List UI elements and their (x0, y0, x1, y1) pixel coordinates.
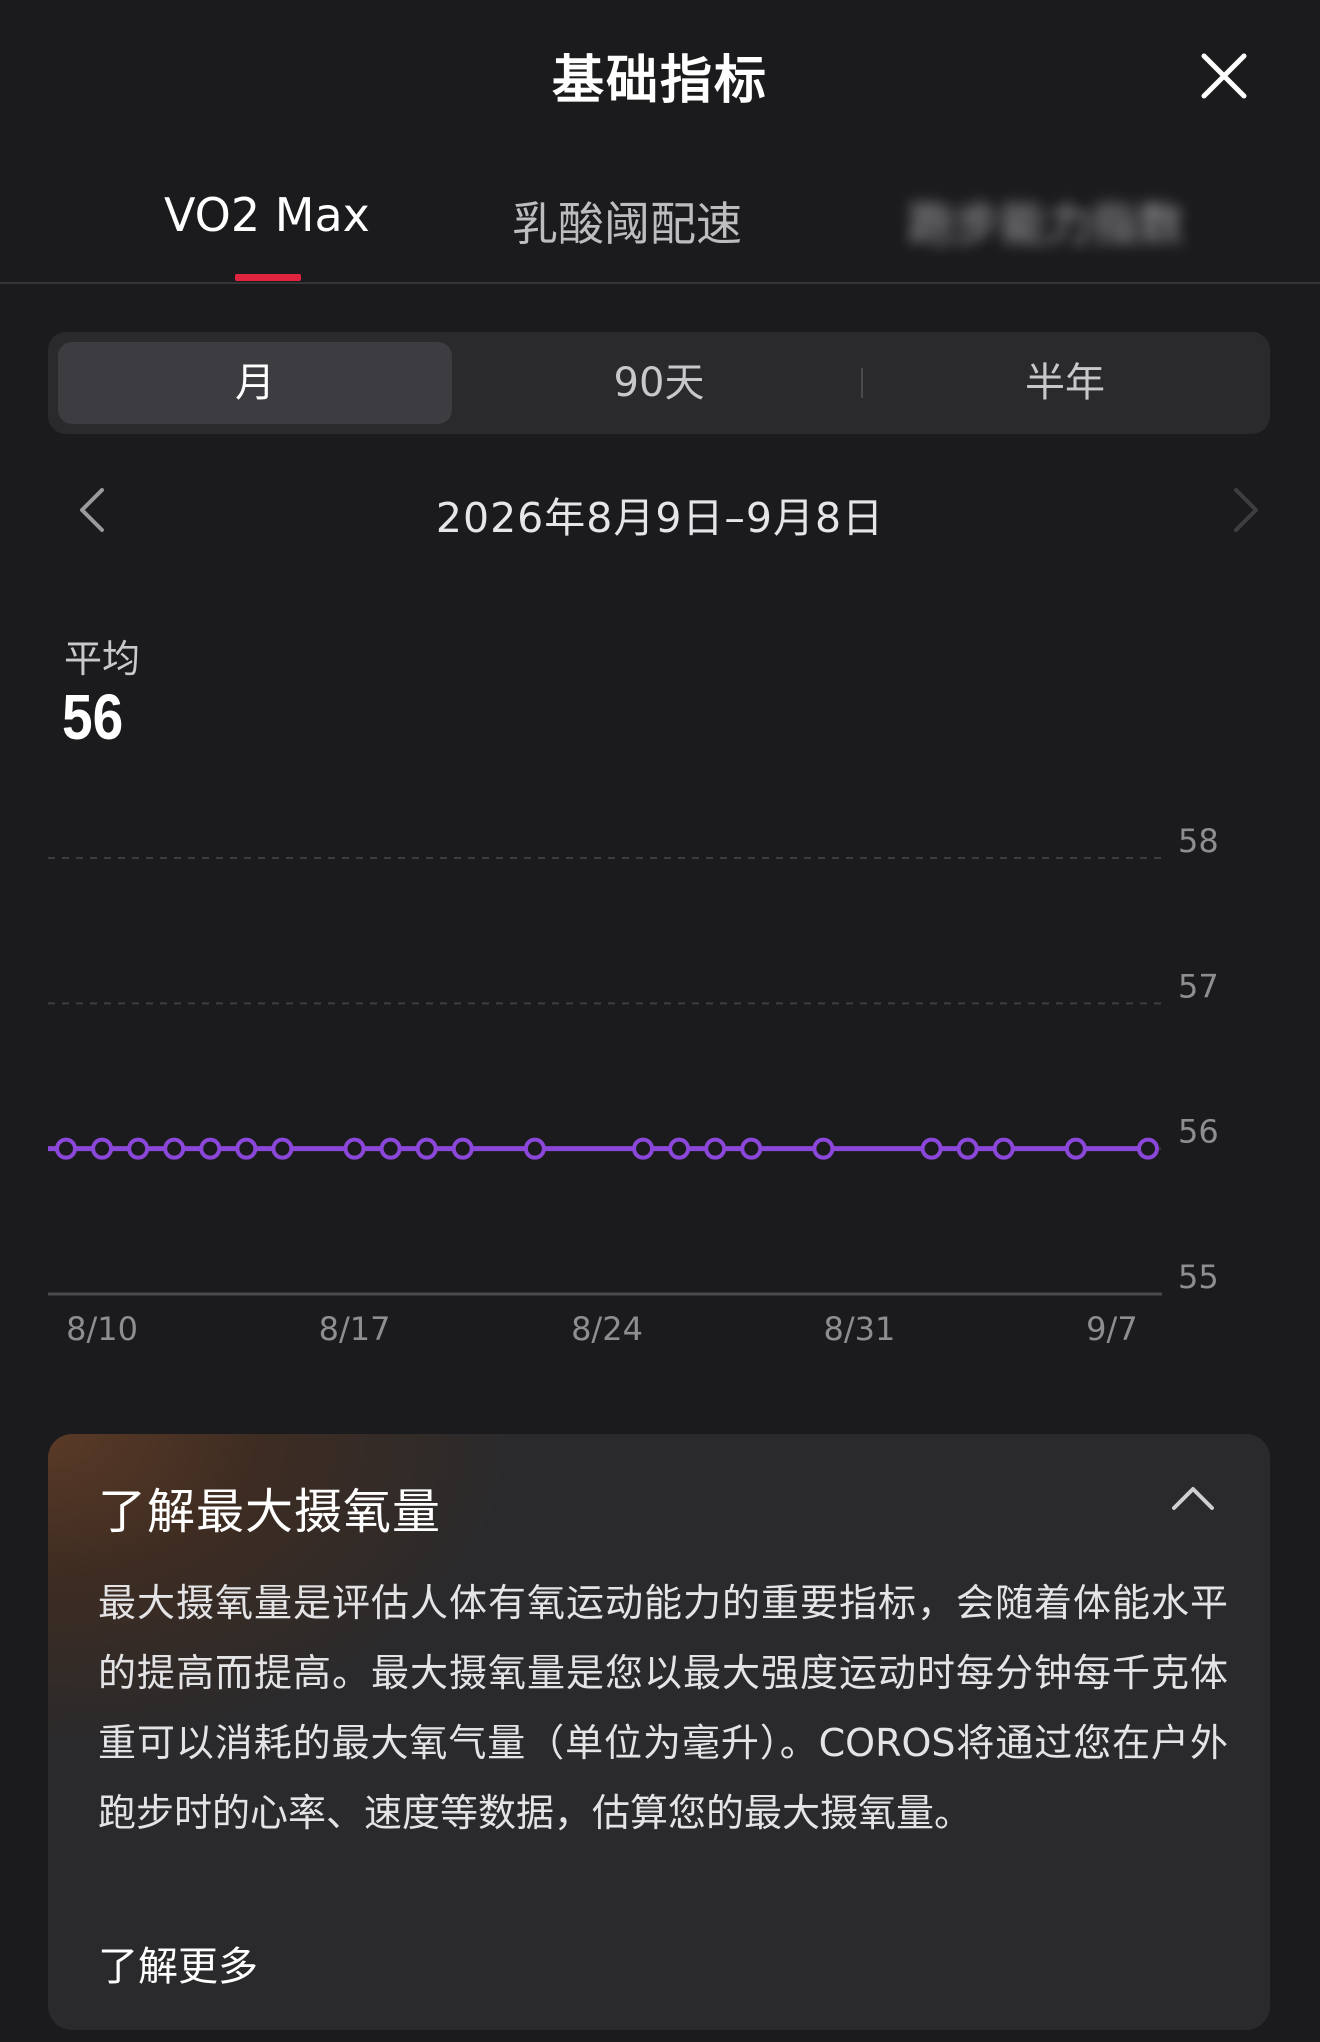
chevron-up-icon (1172, 1487, 1214, 1510)
x-tick-label: 8/17 (319, 1310, 391, 1348)
active-tab-indicator (235, 274, 301, 281)
collapse-button[interactable] (1168, 1480, 1218, 1516)
metric-tabs: VO2 Max 乳酸阈配速 跑步能力指数 (0, 170, 1320, 284)
info-description: 最大摄氧量是评估人体有氧运动能力的重要指标，会随着体能水平的提高而提高。最大摄氧… (98, 1581, 1228, 1835)
data-point (91, 1137, 114, 1160)
info-card: 了解最大摄氧量 最大摄氧量是评估人体有氧运动能力的重要指标，会随着体能水平的提高… (48, 1434, 1270, 2030)
data-point (704, 1137, 727, 1160)
chart-canvas: 55 56 57 58 8/10 8/17 8/24 8/31 9/7 (48, 822, 1219, 1348)
data-point (1137, 1137, 1159, 1160)
x-tick-label: 8/31 (824, 1310, 896, 1348)
data-point (127, 1137, 150, 1160)
y-tick-label: 57 (1178, 967, 1219, 1005)
data-point (523, 1137, 546, 1160)
x-tick-label: 8/24 (571, 1310, 643, 1348)
x-tick-label: 8/10 (66, 1310, 138, 1348)
period-selector: 月 90天 半年 (48, 332, 1270, 434)
data-point (812, 1137, 835, 1160)
page-title: 基础指标 (551, 51, 768, 111)
period-90-days[interactable]: 90天 (462, 342, 856, 424)
y-tick-label: 58 (1178, 822, 1219, 860)
close-button[interactable] (1194, 46, 1254, 106)
data-point (343, 1137, 366, 1160)
period-half-year[interactable]: 半年 (868, 342, 1262, 424)
next-period-button[interactable] (1224, 482, 1268, 538)
close-icon (1201, 53, 1247, 99)
data-point (379, 1137, 402, 1160)
tab-running-ability[interactable]: 跑步能力指数 (908, 188, 1184, 254)
info-title: 了解最大摄氧量 (98, 1484, 442, 1540)
segment-divider (861, 368, 863, 398)
data-point (199, 1137, 222, 1160)
data-point (992, 1137, 1015, 1160)
data-point (632, 1137, 655, 1160)
data-point (920, 1137, 943, 1160)
tab-vo2max[interactable]: VO2 Max (164, 188, 370, 242)
data-point (55, 1137, 77, 1160)
data-point (1064, 1137, 1087, 1160)
data-point (163, 1137, 186, 1160)
period-month[interactable]: 月 (58, 342, 452, 424)
y-tick-label: 55 (1178, 1258, 1219, 1296)
chevron-right-icon (1234, 488, 1258, 532)
data-point (668, 1137, 691, 1160)
data-point (740, 1137, 763, 1160)
tab-lactate-threshold-pace[interactable]: 乳酸阈配速 (512, 188, 742, 254)
y-tick-label: 56 (1178, 1113, 1219, 1151)
vo2max-screen: 基础指标 VO2 Max 乳酸阈配速 跑步能力指数 月 90天 半年 2026年… (0, 0, 1320, 2042)
data-point (415, 1137, 438, 1160)
data-point (235, 1137, 258, 1160)
vo2max-chart: 55 56 57 58 8/10 8/17 8/24 8/31 9/7 (0, 800, 1320, 1360)
data-point (956, 1137, 979, 1160)
data-point (451, 1137, 474, 1160)
learn-more-link[interactable]: 了解更多 (98, 1934, 258, 1992)
average-label: 平均 (64, 637, 141, 681)
data-point (271, 1137, 294, 1160)
x-tick-label: 9/7 (1086, 1310, 1138, 1348)
date-range: 2026年8月9日–9月8日 (435, 494, 885, 542)
average-value: 56 (62, 681, 124, 753)
